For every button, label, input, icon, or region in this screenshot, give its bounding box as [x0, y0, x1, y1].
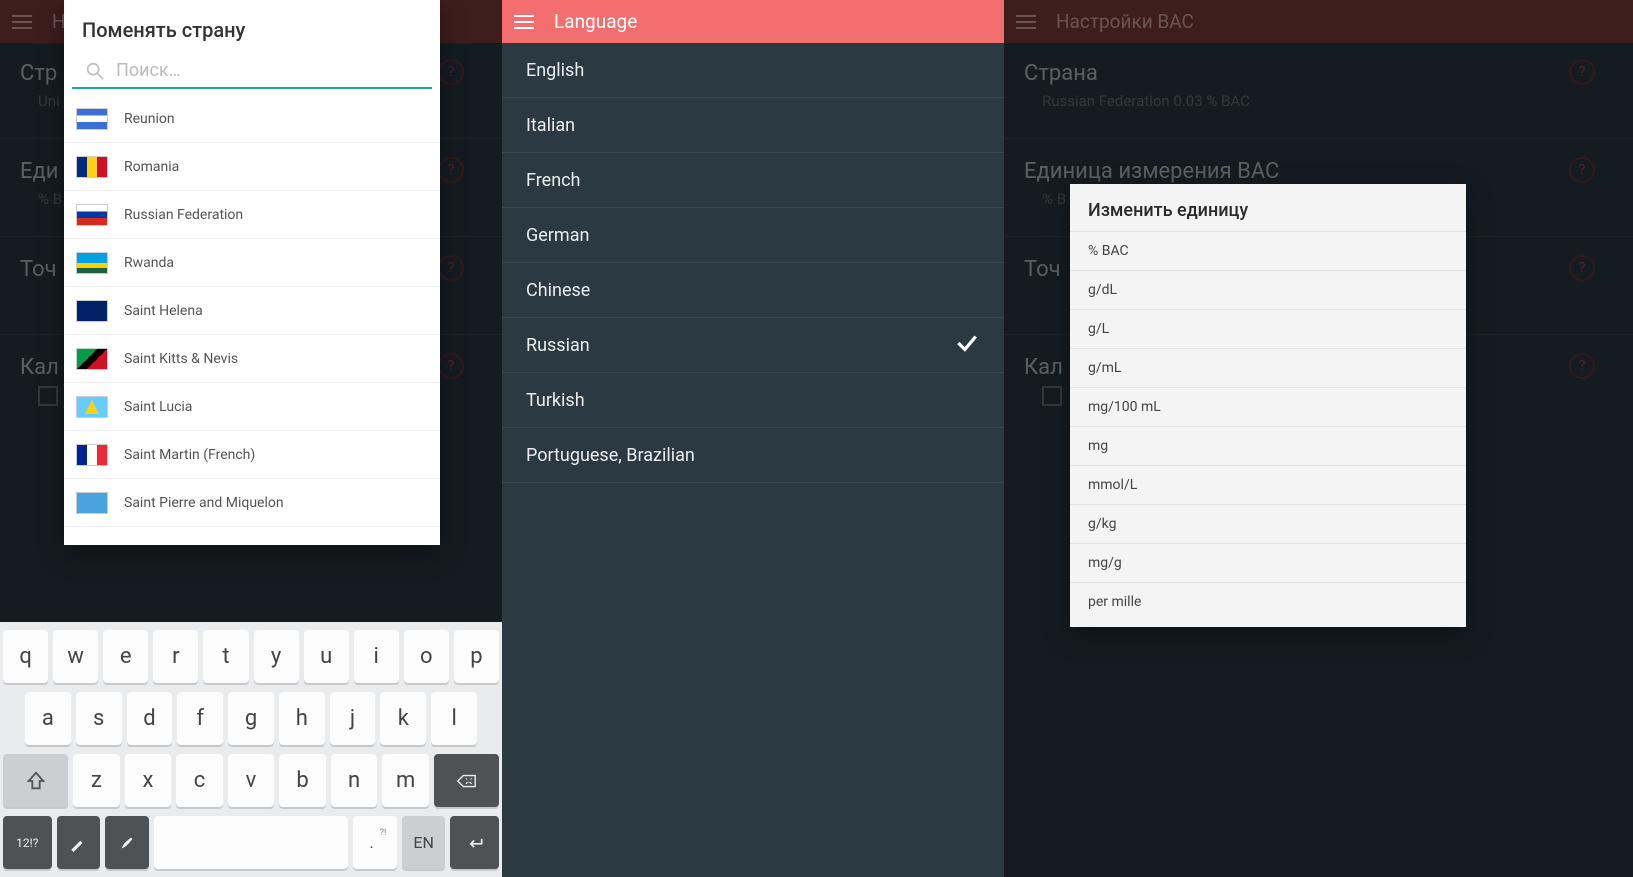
- letter-key[interactable]: b: [279, 754, 326, 807]
- language-list[interactable]: English Italian French German Chinese Russian…: [502, 43, 1004, 483]
- unit-item[interactable]: per mille: [1070, 582, 1466, 621]
- language-label: Turkish: [526, 390, 585, 411]
- flag-icon: [76, 252, 108, 274]
- flag-icon: [76, 108, 108, 130]
- language-label: Russian: [526, 335, 590, 356]
- language-item[interactable]: English: [502, 43, 1004, 98]
- numeric-key[interactable]: 12!?: [3, 816, 52, 869]
- unit-item[interactable]: mg/g: [1070, 543, 1466, 582]
- dot-key[interactable]: .?!: [353, 816, 397, 869]
- search-input[interactable]: [116, 54, 420, 87]
- letter-key[interactable]: o: [404, 630, 449, 683]
- country-list[interactable]: Reunion Romania Russian Federation Rwand…: [64, 95, 440, 527]
- letter-key[interactable]: w: [53, 630, 98, 683]
- country-item[interactable]: Russian Federation: [64, 191, 440, 239]
- language-item[interactable]: German: [502, 208, 1004, 263]
- letter-key[interactable]: d: [127, 692, 173, 745]
- appbar-title: Language: [554, 10, 637, 33]
- dialog-title: Изменить единицу: [1070, 184, 1466, 231]
- language-item[interactable]: Chinese: [502, 263, 1004, 318]
- country-item[interactable]: Rwanda: [64, 239, 440, 287]
- country-item[interactable]: Saint Lucia: [64, 383, 440, 431]
- letter-key[interactable]: i: [354, 630, 399, 683]
- letter-key[interactable]: c: [176, 754, 223, 807]
- letter-key[interactable]: z: [73, 754, 120, 807]
- appbar: Language: [502, 0, 1004, 43]
- country-dialog: Поменять страну Reunion Romania Russian …: [64, 0, 440, 545]
- flag-icon: [76, 492, 108, 514]
- country-item[interactable]: Saint Martin (French): [64, 431, 440, 479]
- unit-item[interactable]: g/mL: [1070, 348, 1466, 387]
- letter-key[interactable]: h: [279, 692, 325, 745]
- flag-icon: [76, 204, 108, 226]
- letter-key[interactable]: q: [3, 630, 48, 683]
- language-label: Chinese: [526, 280, 590, 301]
- shift-key[interactable]: [3, 754, 68, 807]
- letter-key[interactable]: v: [228, 754, 275, 807]
- letter-key[interactable]: m: [382, 754, 429, 807]
- magic-key[interactable]: [57, 816, 101, 869]
- country-item[interactable]: Romania: [64, 143, 440, 191]
- check-icon: [954, 330, 980, 361]
- language-item[interactable]: Russian: [502, 318, 1004, 373]
- flag-icon: [76, 396, 108, 418]
- language-label: French: [526, 170, 580, 191]
- letter-key[interactable]: e: [103, 630, 148, 683]
- letter-key[interactable]: a: [25, 692, 71, 745]
- letter-key[interactable]: k: [380, 692, 426, 745]
- unit-item[interactable]: mmol/L: [1070, 465, 1466, 504]
- country-item[interactable]: Saint Helena: [64, 287, 440, 335]
- language-item[interactable]: Italian: [502, 98, 1004, 153]
- flag-icon: [76, 300, 108, 322]
- backspace-key[interactable]: [434, 754, 499, 807]
- keyboard[interactable]: qwertyuiop asdfghjkl z x c v b n m 12!? …: [0, 622, 502, 877]
- search-icon: [84, 60, 106, 82]
- language-label: German: [526, 225, 589, 246]
- unit-dialog: Изменить единицу % BACg/dLg/Lg/mLmg/100 …: [1070, 184, 1466, 627]
- country-item[interactable]: Saint Pierre and Miquelon: [64, 479, 440, 527]
- unit-item[interactable]: mg: [1070, 426, 1466, 465]
- letter-key[interactable]: s: [76, 692, 122, 745]
- unit-item[interactable]: g/kg: [1070, 504, 1466, 543]
- letter-key[interactable]: p: [454, 630, 499, 683]
- letter-key[interactable]: n: [331, 754, 378, 807]
- letter-key[interactable]: f: [177, 692, 223, 745]
- screen-unit-picker: Настройки BAC Страна ? Russian Federatio…: [1004, 0, 1633, 877]
- screen-language: Language English Italian French German Chine…: [502, 0, 1004, 877]
- unit-list[interactable]: % BACg/dLg/Lg/mLmg/100 mLmgmmol/Lg/kgmg/…: [1070, 231, 1466, 621]
- unit-item[interactable]: mg/100 mL: [1070, 387, 1466, 426]
- dialog-title: Поменять страну: [64, 0, 440, 50]
- space-key[interactable]: [154, 816, 348, 869]
- letter-key[interactable]: l: [431, 692, 477, 745]
- language-label: English: [526, 60, 584, 81]
- letter-key[interactable]: t: [203, 630, 248, 683]
- language-key[interactable]: EN: [402, 816, 446, 869]
- unit-item[interactable]: g/dL: [1070, 270, 1466, 309]
- letter-key[interactable]: j: [330, 692, 376, 745]
- flag-icon: [76, 444, 108, 466]
- screen-country-picker: Н Стр ? Uni Еди ? % B Точ ? Кал ? Поменя…: [0, 0, 502, 877]
- language-item[interactable]: French: [502, 153, 1004, 208]
- unit-item[interactable]: % BAC: [1070, 231, 1466, 270]
- letter-key[interactable]: r: [153, 630, 198, 683]
- letter-key[interactable]: u: [304, 630, 349, 683]
- language-item[interactable]: Portuguese, Brazilian: [502, 428, 1004, 483]
- letter-key[interactable]: g: [228, 692, 274, 745]
- letter-key[interactable]: x: [125, 754, 172, 807]
- search-row: [72, 50, 432, 89]
- letter-key[interactable]: y: [254, 630, 299, 683]
- enter-key[interactable]: [450, 816, 499, 869]
- language-item[interactable]: Turkish: [502, 373, 1004, 428]
- flag-icon: [76, 348, 108, 370]
- language-label: Portuguese, Brazilian: [526, 445, 695, 466]
- country-item[interactable]: Saint Kitts & Nevis: [64, 335, 440, 383]
- hamburger-icon[interactable]: [514, 15, 534, 29]
- unit-item[interactable]: g/L: [1070, 309, 1466, 348]
- language-label: Italian: [526, 115, 575, 136]
- country-item[interactable]: Reunion: [64, 95, 440, 143]
- brush-key[interactable]: [105, 816, 149, 869]
- flag-icon: [76, 156, 108, 178]
